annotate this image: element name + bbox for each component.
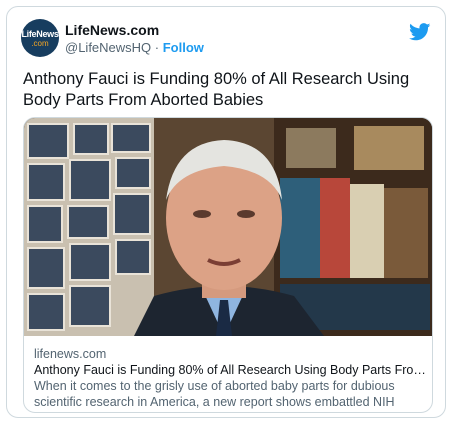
link-description: When it comes to the grisly use of abort… xyxy=(34,379,395,412)
twitter-bird-icon[interactable] xyxy=(409,23,431,41)
link-title[interactable]: Anthony Fauci is Funding 80% of All Rese… xyxy=(34,362,426,378)
handle-line: @LifeNewsHQ · Follow xyxy=(65,40,204,55)
avatar-text-line1: LifeNews xyxy=(21,28,59,39)
account-handle[interactable]: @LifeNewsHQ xyxy=(65,40,151,55)
article-image xyxy=(24,118,432,336)
account-name[interactable]: LifeNews.com xyxy=(65,22,159,38)
separator: · xyxy=(151,40,163,55)
avatar[interactable]: LifeNews .com xyxy=(21,19,59,57)
link-card-meta: lifenews.com Anthony Fauci is Funding 80… xyxy=(34,346,426,412)
tweet-text: Anthony Fauci is Funding 80% of All Rese… xyxy=(23,70,410,109)
follow-link[interactable]: Follow xyxy=(163,40,204,55)
link-domain: lifenews.com xyxy=(34,347,107,361)
link-card[interactable]: lifenews.com Anthony Fauci is Funding 80… xyxy=(23,117,433,413)
tweet-header: LifeNews .com LifeNews.com @LifeNewsHQ ·… xyxy=(21,19,431,59)
avatar-text-line2: .com xyxy=(31,38,49,48)
tweet-card[interactable]: LifeNews .com LifeNews.com @LifeNewsHQ ·… xyxy=(6,6,446,418)
